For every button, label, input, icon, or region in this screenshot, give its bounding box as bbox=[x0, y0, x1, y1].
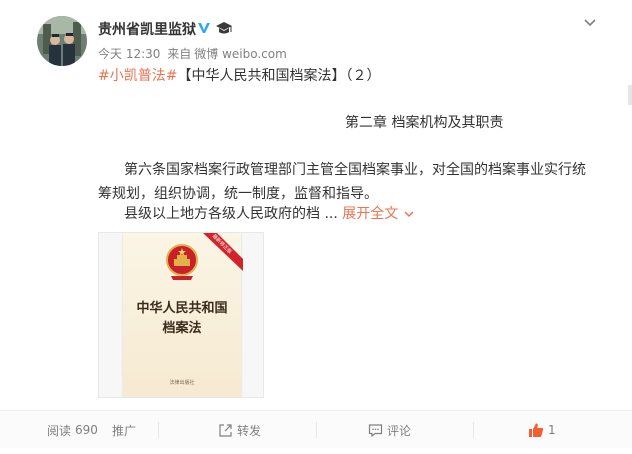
promote-button[interactable]: 推广 bbox=[112, 411, 136, 449]
author-badges bbox=[196, 20, 233, 36]
chevron-down-icon[interactable] bbox=[582, 15, 598, 31]
post-title: 【中华人民共和国档案法】（２） bbox=[177, 68, 381, 84]
book-cover: 最新修正版 中华人民共和国 档案法 法律出版社 bbox=[123, 233, 243, 397]
repost-icon bbox=[219, 423, 232, 437]
avatar-image bbox=[37, 16, 87, 66]
scrollbar[interactable] bbox=[628, 85, 632, 105]
repost-button[interactable]: 转发 bbox=[218, 411, 261, 449]
repost-label: 转发 bbox=[237, 423, 262, 438]
source-prefix: 来自 bbox=[167, 47, 192, 61]
expand-label: 展开全文 bbox=[342, 206, 399, 222]
book-title-line2: 档案法 bbox=[162, 321, 202, 336]
comment-icon bbox=[368, 423, 383, 437]
book-title-line1: 中华人民共和国 bbox=[136, 301, 228, 316]
graduate-cap-icon[interactable] bbox=[215, 20, 233, 36]
post-source[interactable]: 微博 weibo.com bbox=[194, 47, 287, 61]
post-meta: 今天 12:30 来自 微博 weibo.com bbox=[98, 45, 290, 62]
reads-count: 690 bbox=[75, 423, 98, 437]
post-paragraph: 第六条国家档案行政管理部门主管全国档案事业，对全国的档案事业实行统筹规划，组织协… bbox=[98, 162, 586, 202]
action-bar: 阅读 690 推广 转发 评论 1 bbox=[0, 410, 632, 448]
book-title: 中华人民共和国 档案法 bbox=[123, 299, 241, 339]
verified-badge-icon[interactable] bbox=[196, 20, 212, 36]
like-count: 1 bbox=[548, 423, 556, 437]
post-preview-text: 县级以上地方各级人民政府的档 ... bbox=[124, 206, 338, 222]
expand-chevron-icon bbox=[404, 211, 414, 217]
post-image[interactable]: 最新修正版 中华人民共和国 档案法 法律出版社 bbox=[98, 232, 264, 398]
divider bbox=[316, 422, 317, 438]
national-emblem-icon bbox=[166, 244, 198, 280]
book-publisher: 法律出版社 bbox=[169, 380, 195, 386]
like-button[interactable]: 1 bbox=[528, 411, 556, 449]
hashtag-link[interactable]: #小凯普法# bbox=[98, 68, 177, 84]
book-ribbon: 最新修正版 bbox=[199, 233, 243, 271]
post-preview-line: 县级以上地方各级人民政府的档 ... 展开全文 bbox=[98, 204, 415, 224]
divider bbox=[158, 422, 159, 438]
divider bbox=[473, 422, 474, 438]
promote-label: 推广 bbox=[112, 423, 137, 438]
read-count: 阅读 690 bbox=[47, 411, 98, 449]
comment-label: 评论 bbox=[387, 423, 412, 438]
weibo-card: 贵州省凯里监狱 今天 12:30 来自 微博 weibo.com #小凯普法#【中… bbox=[0, 0, 632, 454]
chapter-heading: 第二章 档案机构及其职责 bbox=[345, 115, 504, 131]
comment-button[interactable]: 评论 bbox=[368, 411, 411, 449]
avatar[interactable] bbox=[37, 16, 87, 66]
reads-label: 阅读 bbox=[47, 423, 72, 438]
ribbon-text: 最新修正版 bbox=[211, 233, 234, 255]
author-name[interactable]: 贵州省凯里监狱 bbox=[98, 19, 196, 39]
post-timestamp[interactable]: 今天 12:30 bbox=[98, 47, 160, 61]
post-title-line: #小凯普法#【中华人民共和国档案法】（２） bbox=[98, 66, 380, 86]
expand-full-text-link[interactable]: 展开全文 bbox=[342, 206, 414, 222]
like-icon bbox=[529, 423, 544, 437]
